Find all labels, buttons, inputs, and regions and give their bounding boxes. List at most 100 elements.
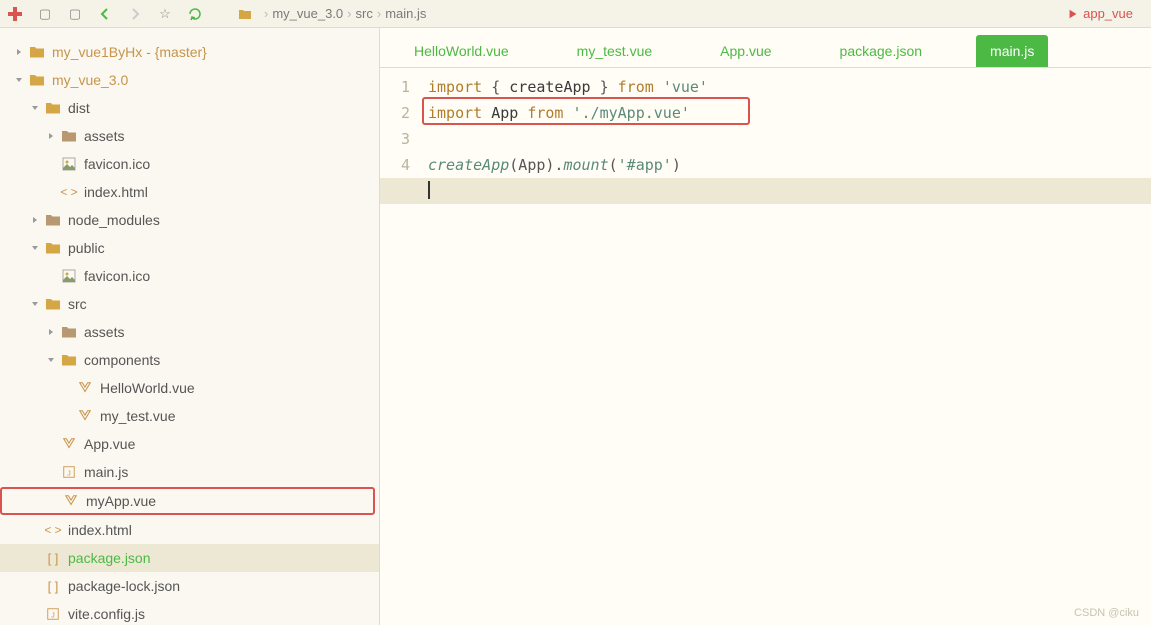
tree-packagejson[interactable]: [ ]package.json bbox=[0, 544, 379, 572]
tree-my-vue1byhx[interactable]: my_vue1ByHx - {master} bbox=[0, 38, 379, 66]
folder-icon bbox=[44, 239, 62, 257]
tree-viteconfig[interactable]: Jvite.config.js bbox=[0, 600, 379, 625]
editor-area: HelloWorld.vue my_test.vue App.vue package.… bbox=[380, 28, 1151, 625]
right-tab-appvue[interactable]: app_vue bbox=[1055, 2, 1145, 25]
html-icon: < > bbox=[60, 183, 78, 201]
tab-packagejson[interactable]: package.json bbox=[826, 35, 937, 67]
tab-mainjs[interactable]: main.js bbox=[976, 35, 1048, 67]
tree-index-dist[interactable]: < > index.html bbox=[0, 178, 379, 206]
tree-src[interactable]: src bbox=[0, 290, 379, 318]
tree-arrow-icon[interactable] bbox=[44, 269, 58, 283]
watermark: CSDN @ciku bbox=[1074, 607, 1139, 619]
chevron-icon: › bbox=[264, 6, 268, 21]
tree-item-label: src bbox=[68, 296, 379, 312]
code-line[interactable]: createApp(App).mount('#app') bbox=[428, 152, 1151, 178]
tree-arrow-icon[interactable] bbox=[60, 381, 74, 395]
tree-item-label: favicon.ico bbox=[84, 268, 379, 284]
tree-arrow-icon[interactable] bbox=[44, 157, 58, 171]
tree-components[interactable]: components bbox=[0, 346, 379, 374]
folder-icon bbox=[44, 99, 62, 117]
tree-index-root[interactable]: < >index.html bbox=[0, 516, 379, 544]
breadcrumb-file[interactable]: main.js bbox=[385, 6, 426, 21]
folder-icon bbox=[44, 295, 62, 313]
tree-item-label: index.html bbox=[68, 522, 379, 538]
text-cursor bbox=[428, 181, 430, 199]
tree-arrow-icon[interactable] bbox=[12, 45, 26, 59]
tree-item-label: components bbox=[84, 352, 379, 368]
run-icon bbox=[1067, 8, 1079, 20]
tree-dist[interactable]: dist bbox=[0, 94, 379, 122]
line-gutter: 12345 bbox=[380, 68, 420, 625]
tree-favicon-dist[interactable]: favicon.ico bbox=[0, 150, 379, 178]
code-line[interactable] bbox=[428, 126, 1151, 152]
tree-arrow-icon[interactable] bbox=[28, 523, 42, 537]
code-line[interactable]: import { createApp } from 'vue' bbox=[428, 74, 1151, 100]
tree-arrow-icon[interactable] bbox=[44, 437, 58, 451]
project-tree[interactable]: my_vue1ByHx - {master}my_vue_3.0distasse… bbox=[0, 28, 380, 625]
tree-arrow-icon[interactable] bbox=[28, 101, 42, 115]
js-icon: J bbox=[60, 463, 78, 481]
forward-icon[interactable] bbox=[126, 5, 144, 23]
line-number: 1 bbox=[380, 74, 410, 100]
tree-arrow-icon[interactable] bbox=[44, 325, 58, 339]
tree-item-label: assets bbox=[84, 324, 379, 340]
tree-public[interactable]: public bbox=[0, 234, 379, 262]
vue-icon bbox=[62, 492, 80, 510]
tree-app[interactable]: App.vue bbox=[0, 430, 379, 458]
tree-arrow-icon[interactable] bbox=[44, 185, 58, 199]
tree-arrow-icon[interactable] bbox=[46, 494, 60, 508]
tab-helloworld[interactable]: HelloWorld.vue bbox=[400, 35, 523, 67]
tree-myapp[interactable]: myApp.vue bbox=[0, 487, 375, 515]
right-tab-label: app_vue bbox=[1083, 6, 1133, 21]
tree-item-label: vite.config.js bbox=[68, 606, 379, 622]
tab-mytest[interactable]: my_test.vue bbox=[563, 35, 666, 67]
vue-icon bbox=[76, 379, 94, 397]
back-icon[interactable] bbox=[96, 5, 114, 23]
tree-arrow-icon[interactable] bbox=[28, 297, 42, 311]
breadcrumb-project[interactable]: my_vue_3.0 bbox=[272, 6, 343, 21]
tree-arrow-icon[interactable] bbox=[28, 551, 42, 565]
tree-helloworld[interactable]: HelloWorld.vue bbox=[0, 374, 379, 402]
tree-arrow-icon[interactable] bbox=[60, 409, 74, 423]
tree-item-label: App.vue bbox=[84, 436, 379, 452]
tree-item-label: package.json bbox=[68, 550, 379, 566]
new-file-icon[interactable] bbox=[6, 5, 24, 23]
tree-arrow-icon[interactable] bbox=[44, 129, 58, 143]
tree-item-label: node_modules bbox=[68, 212, 379, 228]
editor-content[interactable]: 12345 import { createApp } from 'vue'imp… bbox=[380, 68, 1151, 625]
tree-item-label: my_vue1ByHx - {master} bbox=[52, 44, 379, 60]
code-area[interactable]: import { createApp } from 'vue'import Ap… bbox=[420, 68, 1151, 625]
tree-arrow-icon[interactable] bbox=[44, 353, 58, 367]
tab-app[interactable]: App.vue bbox=[706, 35, 785, 67]
tree-dist-assets[interactable]: assets bbox=[0, 122, 379, 150]
tree-mainjs[interactable]: Jmain.js bbox=[0, 458, 379, 486]
tree-arrow-icon[interactable] bbox=[44, 465, 58, 479]
folder-icon bbox=[28, 43, 46, 61]
vue-icon bbox=[60, 435, 78, 453]
star-icon[interactable]: ☆ bbox=[156, 5, 174, 23]
vue-icon bbox=[76, 407, 94, 425]
tree-src-assets[interactable]: assets bbox=[0, 318, 379, 346]
tree-item-label: public bbox=[68, 240, 379, 256]
refresh-icon[interactable] bbox=[186, 5, 204, 23]
tree-packagelock[interactable]: [ ]package-lock.json bbox=[0, 572, 379, 600]
copy-icon[interactable]: ▢ bbox=[36, 5, 54, 23]
tree-item-label: myApp.vue bbox=[86, 493, 373, 509]
paste-icon[interactable]: ▢ bbox=[66, 5, 84, 23]
tree-arrow-icon[interactable] bbox=[28, 607, 42, 621]
tree-my-vue-30[interactable]: my_vue_3.0 bbox=[0, 66, 379, 94]
tree-arrow-icon[interactable] bbox=[12, 73, 26, 87]
folder-closed-icon bbox=[60, 323, 78, 341]
code-line[interactable] bbox=[428, 178, 1151, 204]
tree-arrow-icon[interactable] bbox=[28, 213, 42, 227]
tree-arrow-icon[interactable] bbox=[28, 579, 42, 593]
tree-favicon-public[interactable]: favicon.ico bbox=[0, 262, 379, 290]
code-line[interactable]: import App from './myApp.vue' bbox=[428, 100, 1151, 126]
breadcrumb-folder[interactable]: src bbox=[356, 6, 373, 21]
breadcrumb[interactable]: › my_vue_3.0 › src › main.js bbox=[236, 5, 426, 23]
tree-arrow-icon[interactable] bbox=[28, 241, 42, 255]
tree-item-label: package-lock.json bbox=[68, 578, 379, 594]
tree-node-modules[interactable]: node_modules bbox=[0, 206, 379, 234]
tree-item-label: index.html bbox=[84, 184, 379, 200]
tree-mytest[interactable]: my_test.vue bbox=[0, 402, 379, 430]
